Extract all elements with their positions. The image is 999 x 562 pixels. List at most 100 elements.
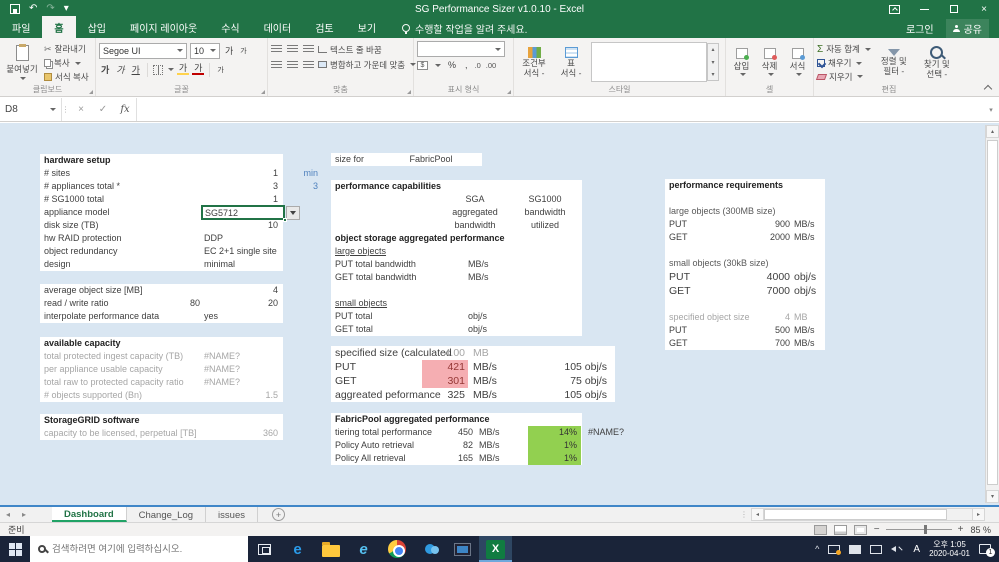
- cell-label[interactable]: PUT: [669, 324, 687, 337]
- cell-label[interactable]: average object size [MB]: [44, 284, 143, 297]
- borders-button[interactable]: [153, 65, 163, 75]
- cell-label[interactable]: PUT total bandwidth: [335, 258, 416, 271]
- percent-cell[interactable]: 1%: [528, 452, 581, 465]
- zoom-level[interactable]: 85 %: [970, 525, 991, 535]
- autosum-button[interactable]: Σ자동 합계: [817, 43, 871, 56]
- cell-value[interactable]: 4000: [720, 270, 790, 284]
- cell-value[interactable]: 105 obj/s: [564, 388, 607, 402]
- sheet-tab-change_log[interactable]: Change_Log: [127, 507, 206, 522]
- next-sheet-icon[interactable]: ▸: [16, 507, 32, 522]
- paste-button[interactable]: 붙여넣기: [3, 41, 41, 83]
- search-input[interactable]: [52, 544, 240, 555]
- cell-label[interactable]: total raw to protected capacity ratio: [44, 376, 184, 389]
- cell-label[interactable]: PUT: [669, 270, 690, 284]
- cell-value[interactable]: 700: [720, 337, 790, 350]
- cell-label[interactable]: small objects (30kB size): [669, 257, 769, 270]
- phonetic-button[interactable]: 가: [215, 65, 225, 75]
- cell-label[interactable]: GET: [669, 337, 688, 350]
- find-select-button[interactable]: 찾기 및 선택 -: [917, 41, 957, 83]
- dialog-launcher-icon[interactable]: [407, 90, 411, 94]
- cell-value[interactable]: 80: [158, 297, 200, 310]
- cell-value[interactable]: 301: [422, 374, 468, 388]
- header-cell[interactable]: SGA: [435, 193, 515, 206]
- undo-icon[interactable]: ↶: [29, 4, 37, 14]
- align-bottom-icon[interactable]: [303, 45, 314, 53]
- align-left-icon[interactable]: [271, 61, 282, 69]
- save-icon[interactable]: [10, 4, 20, 14]
- cell-label[interactable]: disk size (TB): [44, 219, 99, 232]
- name-box[interactable]: D8: [0, 98, 62, 121]
- cell-value[interactable]: 75 obj/s: [570, 374, 607, 388]
- percent-style-button[interactable]: %: [446, 60, 458, 70]
- cell-label[interactable]: GET total bandwidth: [335, 271, 416, 284]
- zoom-slider[interactable]: [886, 529, 952, 530]
- cell-value[interactable]: 360: [263, 427, 278, 440]
- cancel-entry-icon[interactable]: ×: [70, 98, 92, 121]
- accounting-format-icon[interactable]: $: [417, 61, 428, 70]
- cell-value[interactable]: 1.5: [265, 389, 278, 402]
- cell-value[interactable]: #NAME?: [204, 350, 240, 363]
- cell-value[interactable]: 500: [720, 324, 790, 337]
- cell-label[interactable]: small objects: [335, 297, 387, 310]
- italic-button[interactable]: 가: [114, 63, 126, 76]
- cell-value[interactable]: yes: [204, 310, 218, 323]
- cell-label[interactable]: GET: [335, 374, 357, 388]
- cell-label[interactable]: # objects supported (Bn): [44, 389, 142, 402]
- decrease-decimal-button[interactable]: .00: [486, 61, 496, 70]
- increase-decimal-button[interactable]: .0: [475, 61, 481, 70]
- format-as-table-button[interactable]: 표 서식 -: [554, 41, 588, 83]
- confirm-entry-icon[interactable]: ✓: [92, 98, 114, 121]
- percent-cell[interactable]: 14%: [528, 426, 581, 439]
- number-format-select[interactable]: [417, 41, 505, 57]
- appliance-model-cell[interactable]: SG5712: [201, 205, 285, 220]
- share-button[interactable]: 공유: [946, 19, 989, 38]
- cell-label[interactable]: Policy Auto retrieval: [335, 439, 414, 452]
- cell-value[interactable]: #NAME?: [204, 376, 240, 389]
- restore-button[interactable]: [939, 0, 969, 18]
- insert-function-icon[interactable]: fx: [114, 98, 136, 121]
- sheet-tab-issues[interactable]: issues: [206, 507, 258, 522]
- header-cell[interactable]: bandwidth: [435, 219, 515, 232]
- font-name-select[interactable]: Segoe UI: [99, 43, 187, 59]
- collapse-ribbon-icon[interactable]: [984, 85, 992, 93]
- cell-label[interactable]: appliance model: [44, 206, 110, 219]
- taskbar-file-explorer-button[interactable]: [314, 536, 347, 562]
- cell-label[interactable]: read / write ratio: [44, 297, 109, 310]
- gallery-scroll-buttons[interactable]: ▴▾▾: [707, 43, 719, 81]
- cell-label[interactable]: object redundancy: [44, 245, 118, 258]
- ribbon-tab-홈[interactable]: 홈: [42, 16, 75, 38]
- cell-label[interactable]: capacity to be licensed, perpetual [TB]: [44, 427, 197, 440]
- ribbon-tab-파일[interactable]: 파일: [0, 16, 42, 38]
- expand-formula-bar-icon[interactable]: ▾: [983, 98, 999, 121]
- cell-label[interactable]: Policy All retrieval: [335, 452, 406, 465]
- cell-value[interactable]: EC 2+1 single site: [204, 245, 277, 258]
- header-cell[interactable]: aggregated: [435, 206, 515, 219]
- redo-icon[interactable]: ↷: [46, 4, 54, 14]
- tray-expand-icon[interactable]: ^: [815, 544, 819, 554]
- cell-label[interactable]: tiering total performance: [335, 426, 432, 439]
- zoom-in-button[interactable]: +: [958, 524, 964, 535]
- percent-cell[interactable]: 1%: [528, 439, 581, 452]
- cell-value[interactable]: 165: [427, 452, 473, 465]
- taskbar-clock[interactable]: 오후 1:05 2020-04-01: [929, 540, 970, 558]
- cell-value[interactable]: 1: [273, 167, 278, 180]
- wrap-text-button[interactable]: 텍스트 줄 바꿈: [318, 44, 416, 56]
- cell-label[interactable]: PUT: [669, 218, 687, 231]
- header-cell[interactable]: utilized: [509, 219, 581, 232]
- cell-label[interactable]: design: [44, 258, 71, 271]
- volume-muted-icon[interactable]: [891, 544, 904, 554]
- page-break-view-button[interactable]: [854, 525, 867, 535]
- header-cell[interactable]: SG1000: [509, 193, 581, 206]
- cell-value[interactable]: 20: [268, 297, 278, 310]
- formula-input[interactable]: [136, 98, 983, 121]
- cell-value[interactable]: 10: [268, 219, 278, 232]
- cell-label[interactable]: PUT: [335, 360, 356, 374]
- align-center-icon[interactable]: [287, 61, 298, 69]
- cell-label[interactable]: GET: [669, 231, 688, 244]
- ribbon-display-options-button[interactable]: [879, 0, 909, 18]
- ribbon-tab-보기[interactable]: 보기: [346, 16, 388, 38]
- start-button[interactable]: [0, 536, 30, 562]
- action-center-button[interactable]: 1: [979, 544, 991, 554]
- cell-label[interactable]: PUT total: [335, 310, 372, 323]
- cell-value[interactable]: 4.00: [422, 346, 468, 360]
